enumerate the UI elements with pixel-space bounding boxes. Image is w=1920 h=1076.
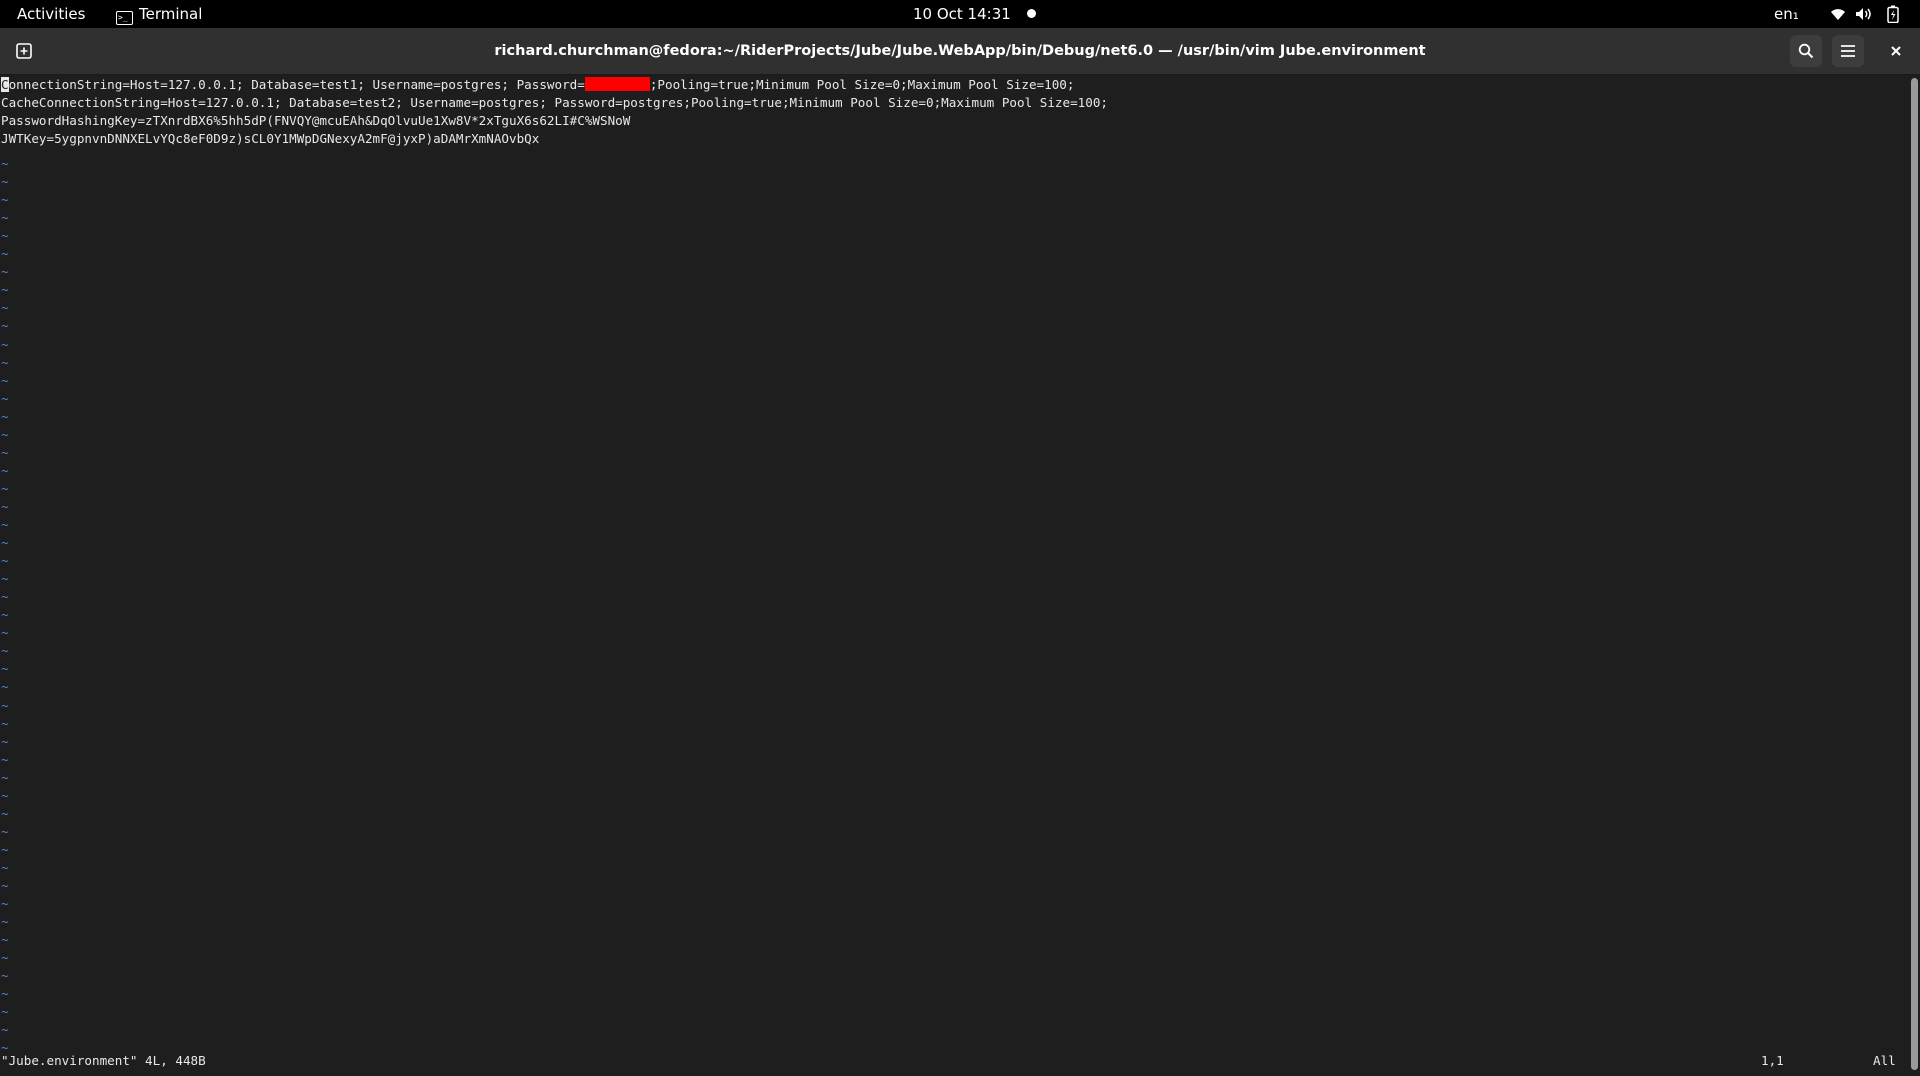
tilde-marker: ~ <box>1 517 9 532</box>
battery-icon[interactable] <box>1887 0 1899 28</box>
app-menu-label: Terminal <box>139 5 203 23</box>
tilde-marker: ~ <box>1 661 9 677</box>
scrollbar-thumb[interactable] <box>1911 78 1918 1070</box>
text-cursor: C <box>1 77 9 92</box>
tilde-marker: ~ <box>1 1004 9 1020</box>
search-button[interactable] <box>1790 35 1822 67</box>
tilde-marker: ~ <box>1 625 9 641</box>
app-menu-terminal[interactable]: >_ Terminal <box>116 0 202 28</box>
tilde-marker: ~ <box>1 408 9 424</box>
tilde-marker: ~ <box>1 372 9 388</box>
tilde-marker: ~ <box>1 210 9 226</box>
tilde-marker: ~ <box>1 751 9 767</box>
tilde-marker: ~ <box>1 571 9 587</box>
close-icon <box>1891 46 1901 56</box>
tilde-marker: ~ <box>1 715 9 731</box>
redacted-password <box>584 77 650 91</box>
vim-scroll-percent: All <box>1873 1053 1896 1068</box>
tilde-marker: ~ <box>1 156 9 171</box>
editor-line-1: ConnectionString=Host=127.0.0.1; Databas… <box>1 76 1074 94</box>
notification-dot-icon <box>1027 9 1036 18</box>
tilde-marker: ~ <box>1 841 9 857</box>
tilde-marker: ~ <box>1 426 9 442</box>
tilde-marker: ~ <box>1 589 9 605</box>
top-bar: Activities >_ Terminal 10 Oct 14:31 en₁ <box>0 0 1920 28</box>
tilde-marker: ~ <box>1 264 9 280</box>
new-tab-icon <box>16 43 32 59</box>
tilde-marker: ~ <box>1 462 9 478</box>
editor-line-2: CacheConnectionString=Host=127.0.0.1; Da… <box>1 95 1108 110</box>
tilde-marker: ~ <box>1 228 9 244</box>
tilde-marker: ~ <box>1 336 9 352</box>
volume-icon[interactable] <box>1855 0 1873 28</box>
tilde-marker: ~ <box>1 823 9 839</box>
activities-button[interactable]: Activities <box>17 0 85 28</box>
tilde-marker: ~ <box>1 535 9 551</box>
tilde-marker: ~ <box>1 607 9 623</box>
editor-line-4: JWTKey=5ygpnvnDNNXELvYQc8eF0D9z)sCL0Y1MW… <box>1 131 540 146</box>
tilde-marker: ~ <box>1 1022 9 1038</box>
tilde-marker: ~ <box>1 390 9 406</box>
tilde-marker: ~ <box>1 318 9 334</box>
tilde-marker: ~ <box>1 354 9 370</box>
tilde-marker: ~ <box>1 733 9 749</box>
tilde-marker: ~ <box>1 643 9 659</box>
editor-line-3: PasswordHashingKey=zTXnrdBX6%5hh5dP(FNVQ… <box>1 113 631 128</box>
editor-line-1-after: ;Pooling=true;Minimum Pool Size=0;Maximu… <box>649 77 1075 92</box>
tilde-marker: ~ <box>1 480 9 496</box>
tilde-marker: ~ <box>1 282 9 298</box>
tilde-marker: ~ <box>1 174 9 190</box>
wifi-icon[interactable] <box>1830 0 1846 28</box>
terminal-header-bar: richard.churchman@fedora:~/RiderProjects… <box>0 28 1920 75</box>
search-icon <box>1798 43 1814 59</box>
tilde-marker: ~ <box>1 192 9 208</box>
tilde-marker: ~ <box>1 553 9 569</box>
editor-line-1-before: onnectionString=Host=127.0.0.1; Database… <box>8 77 585 92</box>
tilde-marker: ~ <box>1 878 9 893</box>
new-tab-button[interactable] <box>8 35 40 67</box>
tilde-marker: ~ <box>1 805 9 821</box>
tilde-marker: ~ <box>1 697 9 713</box>
hamburger-menu-icon <box>1841 45 1855 57</box>
tilde-marker: ~ <box>1 444 9 460</box>
close-window-button[interactable] <box>1880 35 1912 67</box>
tilde-marker: ~ <box>1 679 9 695</box>
main-menu-button[interactable] <box>1832 35 1864 67</box>
tilde-marker: ~ <box>1 769 9 785</box>
tilde-marker: ~ <box>1 859 9 875</box>
clock[interactable]: 10 Oct 14:31 <box>913 0 1011 28</box>
tilde-marker: ~ <box>1 914 9 930</box>
terminal-content[interactable]: ConnectionString=Host=127.0.0.1; Databas… <box>0 75 1908 1076</box>
tilde-marker: ~ <box>1 787 9 803</box>
terminal-scrollbar[interactable] <box>1908 75 1920 1076</box>
tilde-marker: ~ <box>1 498 9 514</box>
tilde-marker: ~ <box>1 986 9 1002</box>
tilde-marker: ~ <box>1 246 9 262</box>
keyboard-language-indicator[interactable]: en₁ <box>1774 0 1799 28</box>
vim-cursor-position: 1,1 <box>1761 1053 1784 1068</box>
tilde-marker: ~ <box>1 932 9 948</box>
window-title: richard.churchman@fedora:~/RiderProjects… <box>494 43 1426 59</box>
tilde-marker: ~ <box>1 896 9 912</box>
tilde-marker: ~ <box>1 300 9 316</box>
vim-status-message: "Jube.environment" 4L, 448B <box>1 1053 206 1068</box>
tilde-marker: ~ <box>1 950 9 966</box>
terminal-app-icon: >_ <box>116 11 133 25</box>
tilde-marker: ~ <box>1 968 9 984</box>
